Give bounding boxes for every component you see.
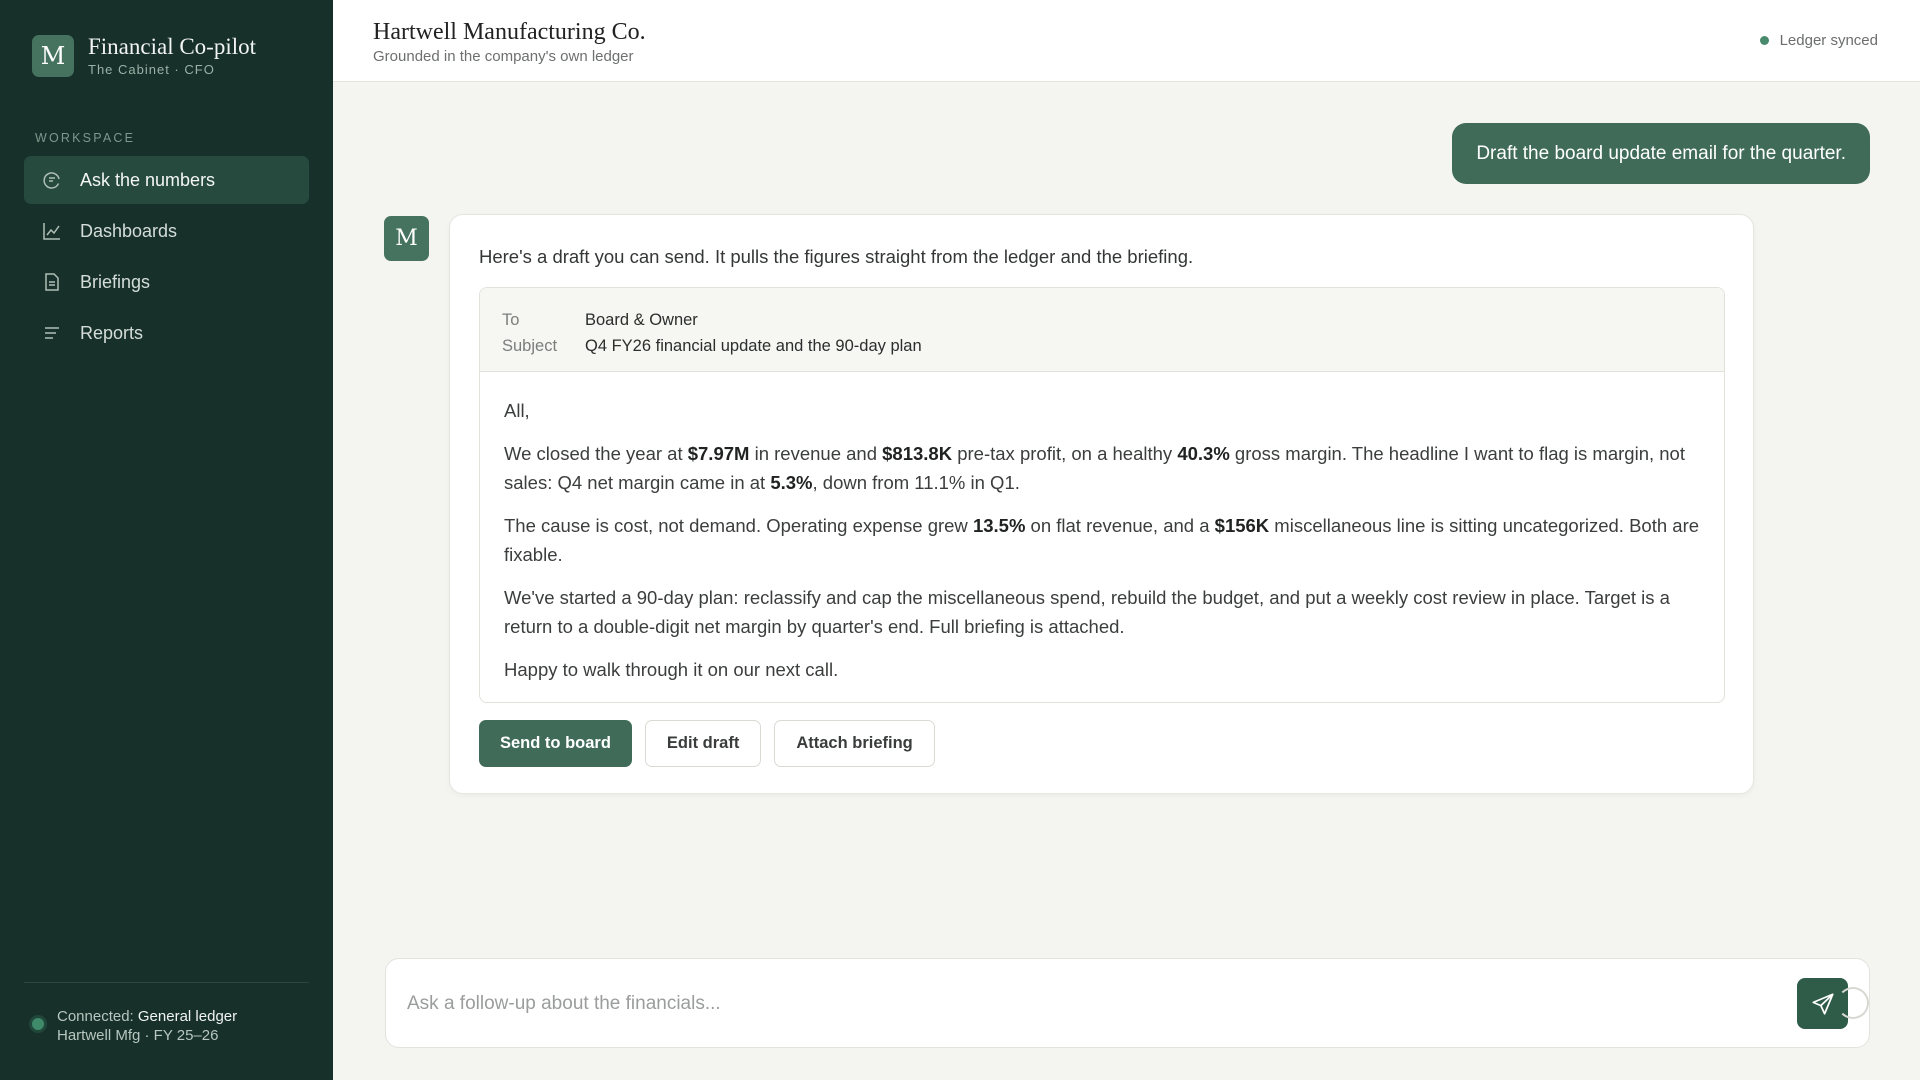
opex-growth-figure: 13.5% <box>972 514 1026 536</box>
email-body: All, We closed the year at $7.97M in rev… <box>480 372 1724 684</box>
sidebar-nav: Ask the numbers Dashboards Briefings Rep… <box>24 156 309 360</box>
document-icon <box>42 272 62 292</box>
sidebar-item-ask-the-numbers[interactable]: Ask the numbers <box>24 156 309 204</box>
email-signoff: Happy to walk through it on our next cal… <box>504 658 839 680</box>
workspace-section-label: WORKSPACE <box>35 131 136 145</box>
ledger-sync-status: Ledger synced <box>1759 32 1878 49</box>
email-subject-label: Subject <box>502 337 558 355</box>
email-draft: To Board & Owner Subject Q4 FY26 financi… <box>479 287 1725 703</box>
sync-status-label: Ledger synced <box>1779 32 1878 49</box>
email-to-label: To <box>502 311 520 329</box>
email-paragraph-results: We closed the year at $7.97M in revenue … <box>504 442 1685 494</box>
email-actions: Send to board Edit draft Attach briefing <box>479 720 948 767</box>
email-subject-value: Q4 FY26 financial update and the 90-day … <box>585 337 922 355</box>
connection-prefix: Connected: <box>57 1008 138 1025</box>
follow-up-input[interactable] <box>407 981 1747 1027</box>
sidebar-item-dashboards[interactable]: Dashboards <box>24 207 309 255</box>
revenue-figure: $7.97M <box>687 442 750 464</box>
attach-briefing-button[interactable]: Attach briefing <box>774 720 935 767</box>
sidebar-item-label: Dashboards <box>80 220 178 241</box>
send-icon <box>1811 992 1834 1015</box>
email-to-value: Board & Owner <box>585 311 698 329</box>
connection-status-dot <box>32 1018 44 1030</box>
assistant-intro-text: Here's a draft you can send. It pulls th… <box>479 246 1194 267</box>
misc-line-figure: $156K <box>1214 514 1270 536</box>
top-header: Hartwell Manufacturing Co. Grounded in t… <box>333 0 1920 82</box>
email-paragraph-cause: The cause is cost, not demand. Operating… <box>504 514 1700 566</box>
assistant-avatar: M <box>384 216 429 261</box>
send-to-board-button[interactable]: Send to board <box>479 720 632 767</box>
connection-source: General ledger <box>137 1008 238 1025</box>
assistant-message-card: Here's a draft you can send. It pulls th… <box>449 214 1754 794</box>
sidebar-item-label: Reports <box>80 322 144 343</box>
sidebar-item-reports[interactable]: Reports <box>24 309 309 357</box>
sidebar-divider <box>24 982 309 983</box>
sidebar-item-briefings[interactable]: Briefings <box>24 258 309 306</box>
connection-detail: Hartwell Mfg · FY 25–26 <box>57 1027 219 1044</box>
list-icon <box>42 323 62 343</box>
chat-icon <box>42 170 62 190</box>
gross-margin-figure: 40.3% <box>1177 442 1230 464</box>
company-name: Hartwell Manufacturing Co. <box>373 19 646 45</box>
email-greeting: All, <box>504 400 530 421</box>
sidebar-item-label: Ask the numbers <box>80 169 216 190</box>
email-paragraph-plan: We've started a 90-day plan: reclassify … <box>504 586 1670 638</box>
edit-draft-button[interactable]: Edit draft <box>644 720 762 767</box>
brand-title: Financial Co-pilot <box>88 34 257 59</box>
connection-status: Connected: General ledger Hartwell Mfg ·… <box>32 1008 237 1045</box>
profit-figure: $813.8K <box>882 442 953 464</box>
loading-spinner-icon <box>1837 987 1869 1019</box>
net-margin-figure: 5.3% <box>770 472 813 493</box>
email-header: To Board & Owner Subject Q4 FY26 financi… <box>480 288 1724 372</box>
message-composer <box>385 958 1870 1048</box>
sidebar-item-label: Briefings <box>80 271 151 292</box>
brand-subtitle: The Cabinet · CFO <box>88 62 215 77</box>
company-tagline: Grounded in the company's own ledger <box>373 48 634 65</box>
brand: M Financial Co-pilot The Cabinet · CFO <box>32 34 256 77</box>
sync-status-dot <box>1759 36 1769 45</box>
sidebar: M Financial Co-pilot The Cabinet · CFO W… <box>0 0 333 1080</box>
user-message-bubble: Draft the board update email for the qua… <box>1452 123 1870 184</box>
brand-logo: M <box>32 34 74 77</box>
line-chart-icon <box>42 221 62 241</box>
